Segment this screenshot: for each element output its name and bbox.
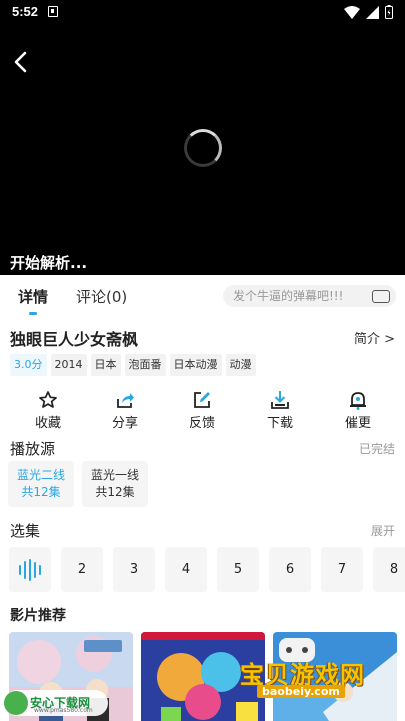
tag-year: 2014: [50, 354, 87, 376]
source-name: 蓝光一线: [90, 468, 139, 482]
danmu-input[interactable]: 发个牛逼的弹幕吧!!!: [223, 285, 396, 307]
bell-icon: [350, 392, 366, 410]
status-bar: 5:52: [0, 0, 405, 24]
source-count: 共12集: [21, 485, 61, 499]
episode-button[interactable]: 2: [61, 547, 103, 592]
loading-spinner-icon: [184, 129, 222, 167]
battery-icon: [385, 5, 393, 19]
watermark-right-url: baobeiy.com: [257, 685, 345, 698]
episode-button[interactable]: 8: [373, 547, 405, 592]
favorite-button[interactable]: 收藏: [18, 388, 78, 431]
source-item-bluray-2[interactable]: 蓝光二线 共12集: [8, 461, 74, 507]
watermark-left: 安心下载网 www.pmas580.com: [4, 690, 108, 716]
wifi-icon: [344, 5, 360, 19]
status-time: 5:52: [12, 4, 39, 19]
danmu-placeholder: 发个牛逼的弹幕吧!!!: [233, 289, 344, 303]
source-item-bluray-1[interactable]: 蓝光一线 共12集: [82, 461, 148, 507]
episode-button[interactable]: 4: [165, 547, 207, 592]
action-bar: 收藏 分享 反馈 下载 催更: [0, 388, 405, 431]
download-button[interactable]: 下载: [250, 388, 310, 431]
tab-indicator: [29, 312, 37, 315]
share-label: 分享: [111, 416, 138, 431]
download-icon: [271, 391, 289, 409]
remind-label: 催更: [344, 416, 371, 431]
source-status: 已完结: [358, 442, 395, 456]
remind-button[interactable]: 催更: [328, 388, 388, 431]
recommend-title: 影片推荐: [10, 608, 66, 624]
favorite-label: 收藏: [34, 416, 61, 431]
player-status-text: 开始解析...: [10, 254, 88, 272]
source-section-title: 播放源: [10, 440, 56, 458]
notification-icon: [48, 6, 58, 17]
episode-1-playing[interactable]: [9, 547, 51, 592]
tag-list: 3.0分 2014 日本 泡面番 日本动漫 动漫: [10, 354, 256, 376]
episode-button[interactable]: 7: [321, 547, 363, 592]
system-icons: [344, 5, 393, 19]
episode-button[interactable]: 6: [269, 547, 311, 592]
tag-genre: 泡面番: [124, 354, 166, 376]
signal-icon: [366, 5, 379, 19]
share-icon: [117, 393, 134, 408]
watermark-left-url: www.pmas580.com: [34, 707, 93, 714]
tab-comments[interactable]: 评论(0): [76, 286, 127, 307]
episode-button[interactable]: 5: [217, 547, 259, 592]
feedback-label: 反馈: [188, 416, 215, 431]
tag-region: 日本: [90, 354, 121, 376]
episode-button[interactable]: 3: [113, 547, 155, 592]
video-title: 独眼巨人少女斋枫: [10, 330, 139, 349]
download-label: 下载: [266, 416, 293, 431]
tab-details[interactable]: 详情: [18, 286, 48, 307]
source-count: 共12集: [95, 485, 135, 499]
edit-icon: [194, 392, 210, 408]
intro-link[interactable]: 简介 >: [354, 328, 395, 347]
episodes-expand[interactable]: 展开: [371, 522, 395, 539]
video-player[interactable]: 5:52 开始解析...: [0, 0, 405, 275]
watermark-logo-icon: [4, 691, 28, 715]
episodes-section-title: 选集: [10, 522, 41, 540]
source-name: 蓝光二线: [16, 468, 65, 482]
feedback-button[interactable]: 反馈: [172, 388, 232, 431]
star-icon: [39, 391, 57, 408]
share-button[interactable]: 分享: [95, 388, 155, 431]
tag-type: 动漫: [225, 354, 256, 376]
tag-category: 日本动漫: [169, 354, 222, 376]
tag-score: 3.0分: [10, 354, 47, 376]
back-arrow-icon[interactable]: [10, 50, 32, 74]
danmu-settings-icon[interactable]: [372, 290, 390, 303]
